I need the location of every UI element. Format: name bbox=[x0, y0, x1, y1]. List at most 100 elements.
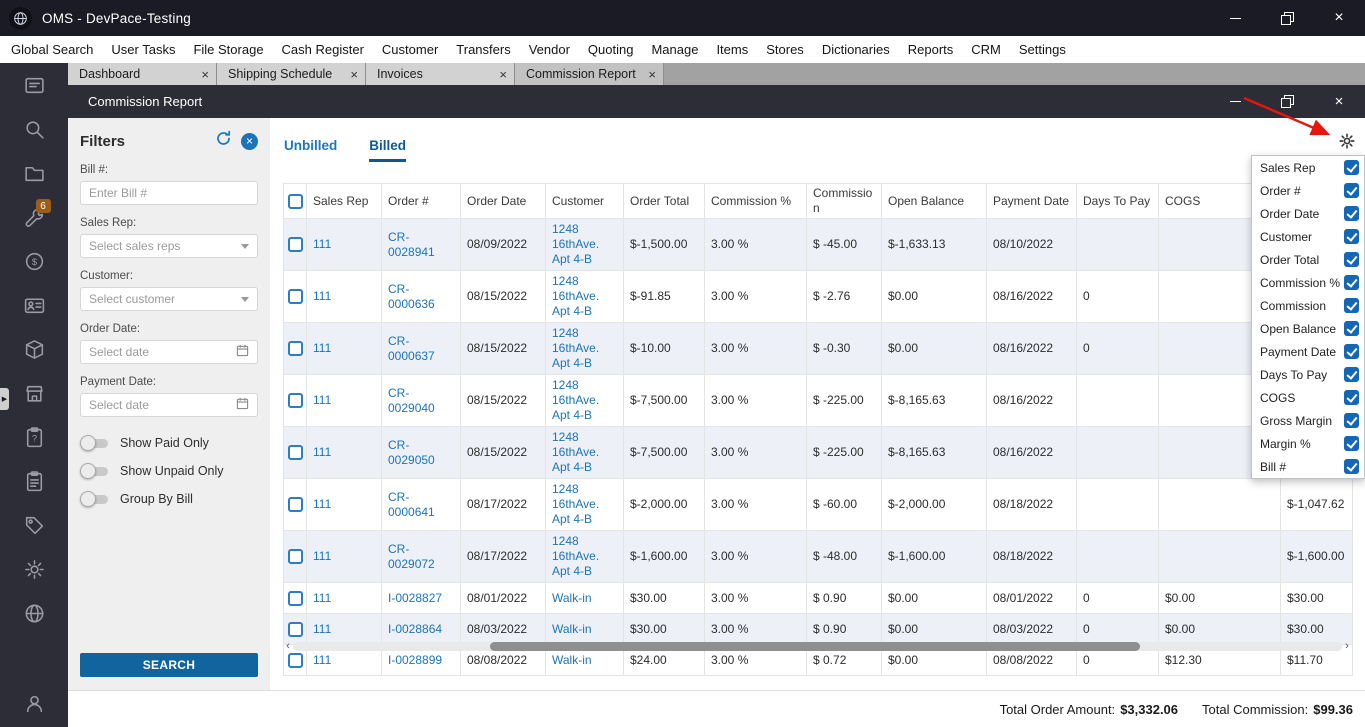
column-menu-item-customer[interactable]: Customer bbox=[1252, 225, 1364, 248]
column-menu-item-commission-pct[interactable]: Commission % bbox=[1252, 271, 1364, 294]
menu-item-items[interactable]: Items bbox=[707, 36, 757, 63]
column-menu-item-margin-pct[interactable]: Margin % bbox=[1252, 432, 1364, 455]
tab-close-icon[interactable]: × bbox=[195, 68, 209, 81]
menu-item-vendor[interactable]: Vendor bbox=[520, 36, 579, 63]
cell-order-no[interactable]: CR-0028941 bbox=[381, 218, 461, 271]
checkbox-checked-icon[interactable] bbox=[1344, 229, 1359, 244]
horizontal-scrollbar[interactable]: ‹ › bbox=[283, 641, 1352, 652]
app-minimize-button[interactable] bbox=[1209, 0, 1261, 36]
column-menu-item-bill-no[interactable]: Bill # bbox=[1252, 455, 1364, 478]
checkbox-checked-icon[interactable] bbox=[1344, 390, 1359, 405]
menu-item-dictionaries[interactable]: Dictionaries bbox=[813, 36, 899, 63]
column-menu-item-order-no[interactable]: Order # bbox=[1252, 179, 1364, 202]
column-menu-item-order-total[interactable]: Order Total bbox=[1252, 248, 1364, 271]
tag-icon[interactable] bbox=[23, 514, 46, 537]
app-close-button[interactable]: × bbox=[1313, 0, 1365, 36]
tab-close-icon[interactable]: × bbox=[344, 68, 358, 81]
search-button[interactable]: SEARCH bbox=[80, 653, 258, 677]
row-checkbox[interactable] bbox=[287, 445, 303, 460]
refresh-icon[interactable] bbox=[215, 130, 232, 152]
dashboard-icon[interactable] bbox=[23, 74, 46, 97]
tab-invoices[interactable]: Invoices × bbox=[366, 63, 515, 85]
checkbox-checked-icon[interactable] bbox=[1344, 275, 1359, 290]
order-date-input[interactable]: Select date bbox=[80, 340, 258, 364]
column-menu-item-days-to-pay[interactable]: Days To Pay bbox=[1252, 363, 1364, 386]
row-checkbox[interactable] bbox=[287, 652, 303, 668]
cell-order-no[interactable]: CR-0029072 bbox=[381, 530, 461, 583]
window-restore-button[interactable] bbox=[1261, 85, 1313, 118]
tab-close-icon[interactable]: × bbox=[493, 68, 507, 81]
row-checkbox[interactable] bbox=[287, 590, 303, 606]
checkbox-checked-icon[interactable] bbox=[1344, 298, 1359, 313]
checkbox-checked-icon[interactable] bbox=[1344, 367, 1359, 382]
row-checkbox[interactable] bbox=[287, 549, 303, 564]
checkbox-checked-icon[interactable] bbox=[1344, 436, 1359, 451]
checkbox-checked-icon[interactable] bbox=[1344, 160, 1359, 175]
tools-icon[interactable]: 6 bbox=[23, 199, 51, 229]
cell-order-no[interactable]: CR-0029050 bbox=[381, 426, 461, 479]
window-close-button[interactable]: × bbox=[1313, 85, 1365, 118]
checkbox-checked-icon[interactable] bbox=[1344, 321, 1359, 336]
tab-shipping-schedule[interactable]: Shipping Schedule × bbox=[217, 63, 366, 85]
menu-item-manage[interactable]: Manage bbox=[642, 36, 707, 63]
column-menu-item-open-balance[interactable]: Open Balance bbox=[1252, 317, 1364, 340]
scroll-left-icon[interactable]: ‹ bbox=[283, 641, 293, 652]
cell-customer[interactable]: 1248 16thAve. Apt 4-B bbox=[545, 374, 624, 427]
row-checkbox[interactable] bbox=[287, 237, 303, 252]
cell-order-no[interactable]: CR-0029040 bbox=[381, 374, 461, 427]
column-menu-item-payment-date[interactable]: Payment Date bbox=[1252, 340, 1364, 363]
cell-customer[interactable]: 1248 16thAve. Apt 4-B bbox=[545, 218, 624, 271]
row-checkbox[interactable] bbox=[287, 497, 303, 512]
search-icon[interactable] bbox=[23, 118, 46, 141]
column-header-customer[interactable]: Customer bbox=[545, 183, 624, 219]
filters-close-icon[interactable]: × bbox=[241, 132, 258, 150]
cell-customer[interactable]: 1248 16thAve. Apt 4-B bbox=[545, 322, 624, 375]
tab-billed[interactable]: Billed bbox=[369, 138, 407, 162]
column-menu-item-cogs[interactable]: COGS bbox=[1252, 386, 1364, 409]
sales-rep-select[interactable]: Select sales reps bbox=[80, 234, 258, 258]
tab-commission-report[interactable]: Commission Report × bbox=[515, 63, 664, 85]
menu-item-crm[interactable]: CRM bbox=[962, 36, 1010, 63]
menu-item-stores[interactable]: Stores bbox=[757, 36, 813, 63]
package-icon[interactable] bbox=[23, 338, 46, 361]
checkbox-checked-icon[interactable] bbox=[1344, 413, 1359, 428]
user-icon[interactable] bbox=[23, 692, 46, 715]
column-header-order-total[interactable]: Order Total bbox=[623, 183, 705, 219]
payment-date-input[interactable]: Select date bbox=[80, 393, 258, 417]
menu-item-transfers[interactable]: Transfers bbox=[447, 36, 519, 63]
column-menu-item-gross-margin[interactable]: Gross Margin bbox=[1252, 409, 1364, 432]
cell-customer[interactable]: 1248 16thAve. Apt 4-B bbox=[545, 478, 624, 531]
folder-icon[interactable] bbox=[23, 162, 46, 185]
clipboard-icon[interactable] bbox=[23, 470, 46, 493]
menu-item-settings[interactable]: Settings bbox=[1010, 36, 1075, 63]
finance-icon[interactable]: $ bbox=[23, 250, 46, 273]
column-header-sales-rep[interactable]: Sales Rep bbox=[306, 183, 382, 219]
row-checkbox[interactable] bbox=[287, 341, 303, 356]
scroll-right-icon[interactable]: › bbox=[1342, 641, 1352, 652]
row-checkbox[interactable] bbox=[287, 393, 303, 408]
bill-number-input[interactable] bbox=[80, 181, 258, 205]
group-by-bill-toggle[interactable] bbox=[80, 491, 110, 507]
clipboard-question-icon[interactable]: ? bbox=[23, 426, 46, 449]
cell-customer[interactable]: 1248 16thAve. Apt 4-B bbox=[545, 426, 624, 479]
menu-item-customer[interactable]: Customer bbox=[373, 36, 447, 63]
column-header-commission[interactable]: Commission bbox=[806, 183, 882, 219]
tab-unbilled[interactable]: Unbilled bbox=[284, 138, 337, 159]
globe-icon[interactable] bbox=[23, 602, 46, 625]
store-icon[interactable] bbox=[23, 382, 46, 405]
checkbox-checked-icon[interactable] bbox=[1344, 252, 1359, 267]
checkbox-checked-icon[interactable] bbox=[1344, 344, 1359, 359]
select-all-checkbox[interactable] bbox=[287, 193, 303, 209]
column-header-commission-pct[interactable]: Commission % bbox=[704, 183, 807, 219]
menu-item-file-storage[interactable]: File Storage bbox=[184, 36, 272, 63]
menu-item-cash-register[interactable]: Cash Register bbox=[273, 36, 373, 63]
show-unpaid-only-toggle[interactable] bbox=[80, 463, 110, 479]
column-header-payment-date[interactable]: Payment Date bbox=[986, 183, 1077, 219]
row-checkbox[interactable] bbox=[287, 289, 303, 304]
column-menu-item-commission[interactable]: Commission bbox=[1252, 294, 1364, 317]
scrollbar-track[interactable] bbox=[293, 642, 1342, 651]
gear-icon[interactable] bbox=[23, 558, 46, 581]
cell-customer[interactable]: Walk-in bbox=[545, 613, 624, 645]
sidebar-expand-handle[interactable]: ▶ bbox=[0, 388, 9, 410]
menu-item-reports[interactable]: Reports bbox=[899, 36, 963, 63]
